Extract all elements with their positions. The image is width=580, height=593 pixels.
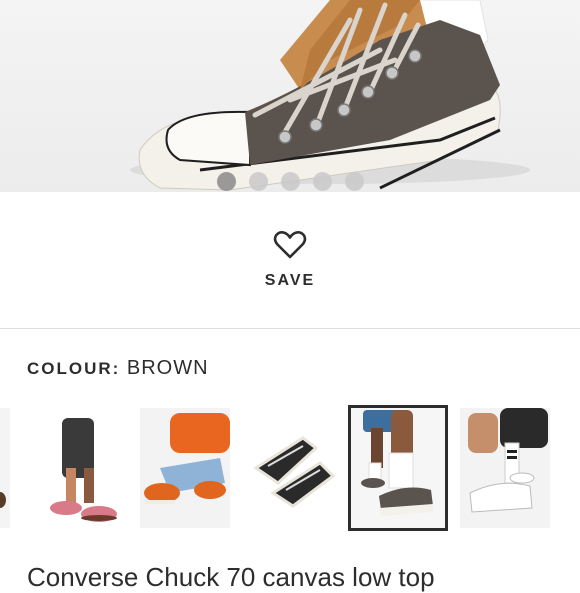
toe-cap [165, 110, 251, 167]
colour-swatch-white[interactable] [460, 408, 550, 528]
gallery-dot-3[interactable] [280, 172, 300, 191]
heart-outline-icon [273, 231, 307, 259]
colour-label: COLOUR: [27, 359, 121, 378]
gallery-pagination [0, 172, 580, 191]
swatch-image [0, 492, 6, 508]
save-label: SAVE [264, 272, 316, 289]
save-section: SAVE [0, 192, 580, 329]
product-image-gallery[interactable] [0, 0, 580, 192]
swatch-image [50, 418, 117, 522]
swatch-image [253, 436, 336, 508]
swatch-image [144, 413, 230, 504]
gallery-dot-5[interactable] [344, 172, 364, 191]
colour-selector-label: COLOUR: BROWN [27, 357, 209, 380]
colour-value: BROWN [126, 357, 209, 379]
gallery-dot-4[interactable] [312, 172, 332, 191]
product-title: Converse Chuck 70 canvas low top [27, 562, 435, 592]
colour-swatch-pink-sole[interactable] [24, 408, 124, 528]
gallery-dot-1[interactable] [216, 172, 236, 191]
colour-swatch-list [0, 405, 580, 532]
colour-swatch-partial[interactable] [0, 408, 10, 528]
colour-swatch-brown-selected[interactable] [348, 405, 448, 531]
colour-swatch-black[interactable] [248, 408, 336, 528]
swatch-image [468, 408, 548, 513]
gallery-dot-2[interactable] [248, 172, 268, 191]
shoe-photo [130, 0, 530, 191]
colour-swatch-orange[interactable] [140, 408, 230, 528]
save-button[interactable]: SAVE [265, 230, 315, 290]
swatch-image [361, 410, 433, 516]
